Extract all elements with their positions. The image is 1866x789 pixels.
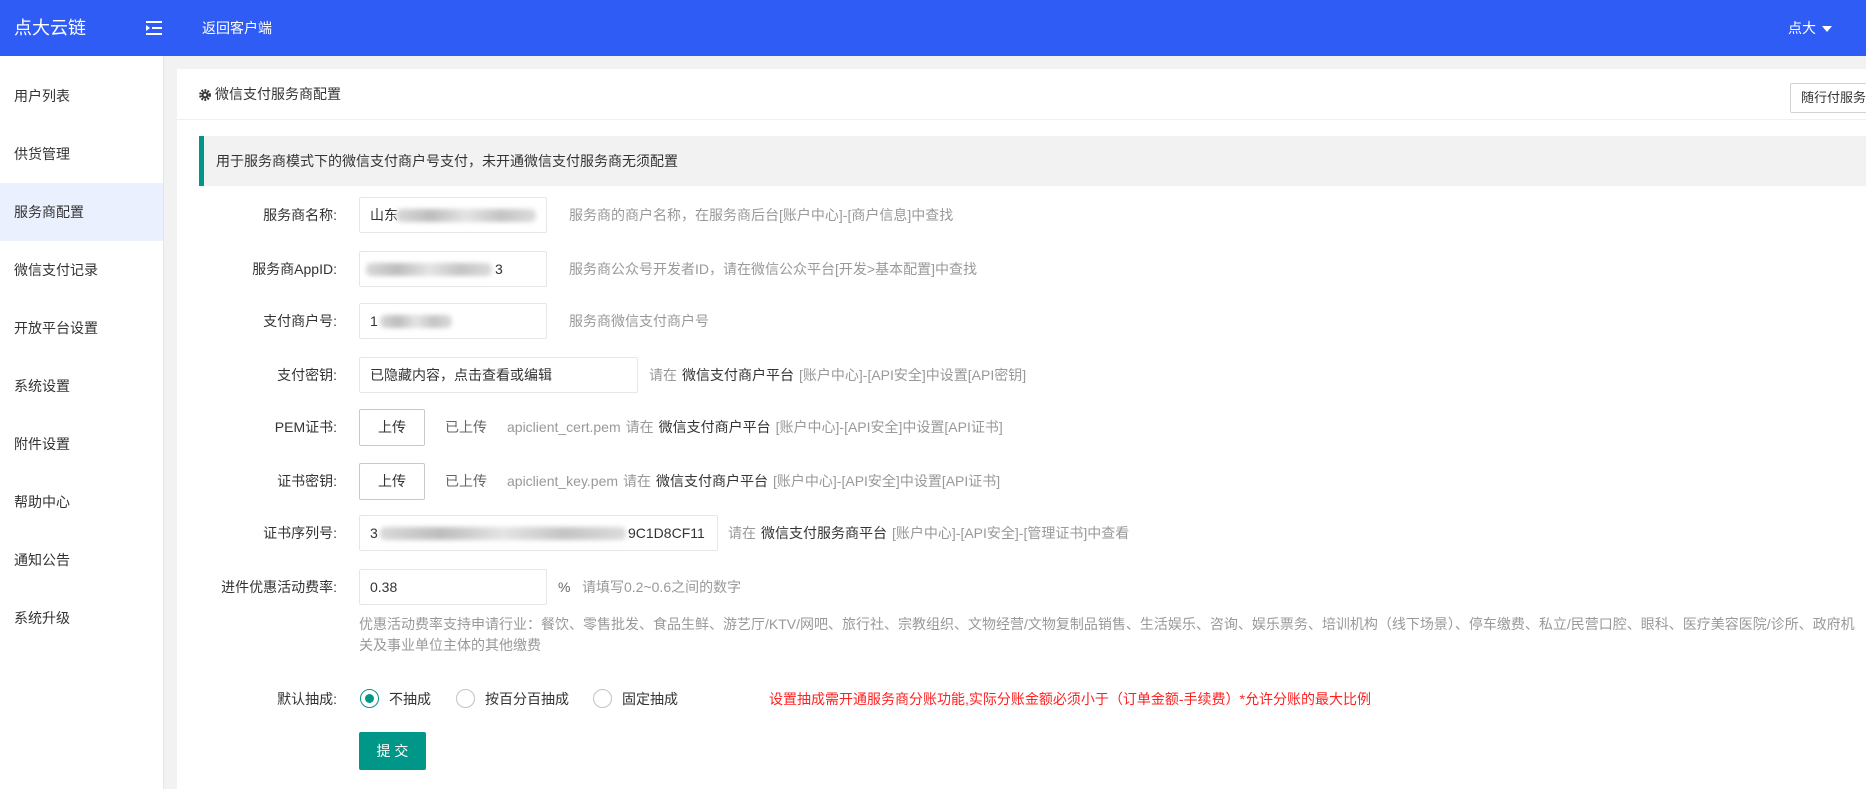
sidebar-item-supply[interactable]: 供货管理 xyxy=(0,125,163,183)
caret-down-icon xyxy=(1822,26,1832,33)
radio-label: 固定抽成 xyxy=(622,691,678,707)
industry-note-line: 关及事业单位主体的其他缴费 xyxy=(359,637,541,653)
provider-name-value: 山东 xyxy=(370,207,398,223)
hint-suffix: [账户中心]-[API安全]-[管理证书]中查看 xyxy=(892,525,1130,541)
info-notice: 用于服务商模式下的微信支付商户号支付，未开通微信支付服务商无须配置 xyxy=(199,136,1866,186)
app-logo[interactable]: 点大云链 xyxy=(14,0,86,56)
merchant-platform-link[interactable]: 微信支付商户平台 xyxy=(659,419,771,435)
sidebar-item-help-center[interactable]: 帮助中心 xyxy=(0,473,163,531)
radio-circle-icon xyxy=(456,689,475,708)
provider-platform-link[interactable]: 微信支付服务商平台 xyxy=(761,525,887,541)
sidebar-item-notices[interactable]: 通知公告 xyxy=(0,531,163,589)
pay-key-value: 已隐藏内容，点击查看或编辑 xyxy=(370,367,552,383)
merchant-id-value: 1 xyxy=(370,313,378,329)
hint-suffix: [账户中心]-[API安全]中设置[API证书] xyxy=(773,473,1001,489)
provider-name-hint: 服务商的商户名称，在服务商后台[账户中心]-[商户信息]中查找 xyxy=(569,207,954,223)
hint-prefix: 请在 xyxy=(623,473,652,489)
sidebar: 用户列表 供货管理 服务商配置 微信支付记录 开放平台设置 系统设置 附件设置 … xyxy=(0,56,164,789)
pay-key-label: 支付密钥: xyxy=(277,367,337,383)
pem-hint: apiclient_cert.pem 请在 微信支付商户平台 [账户中心]-[API安… xyxy=(507,409,1003,445)
cert-key-upload-status: 已上传 xyxy=(445,473,487,489)
user-menu[interactable]: 点大 xyxy=(1788,0,1832,56)
sidebar-fold-icon[interactable] xyxy=(146,21,162,35)
pay-key-input[interactable]: 已隐藏内容，点击查看或编辑 xyxy=(359,357,638,393)
redacted-blur xyxy=(380,527,626,540)
card-header-divider xyxy=(177,119,1866,120)
percent-unit: % xyxy=(558,579,571,595)
provider-appid-hint: 服务商公众号开发者ID，请在微信公众平台[开发>基本配置]中查找 xyxy=(569,261,977,277)
provider-appid-input[interactable]: 3 xyxy=(359,251,547,287)
pem-file-name: apiclient_cert.pem xyxy=(507,419,621,435)
provider-appid-label: 服务商AppID: xyxy=(252,261,337,277)
hint-prefix: 请在 xyxy=(649,367,677,383)
commission-warning: 设置抽成需开通服务商分账功能,实际分账金额必须小于（订单金额-手续费）*允许分账… xyxy=(769,691,1371,707)
radio-circle-icon xyxy=(593,689,612,708)
promo-rate-label: 进件优惠活动费率: xyxy=(221,579,337,595)
sidebar-item-open-platform[interactable]: 开放平台设置 xyxy=(0,299,163,357)
sidebar-item-system-settings[interactable]: 系统设置 xyxy=(0,357,163,415)
gear-icon xyxy=(199,88,211,101)
pem-cert-label: PEM证书: xyxy=(274,419,337,435)
provider-appid-value: 3 xyxy=(495,261,503,277)
hint-suffix: [账户中心]-[API安全]中设置[API证书] xyxy=(775,419,1003,435)
merchant-id-hint: 服务商微信支付商户号 xyxy=(569,313,709,329)
merchant-id-input[interactable]: 1 xyxy=(359,303,547,339)
provider-name-label: 服务商名称: xyxy=(263,207,337,223)
cert-serial-input[interactable]: 3 9C1D8CF11 xyxy=(359,515,718,551)
sidebar-item-wechat-pay-records[interactable]: 微信支付记录 xyxy=(0,241,163,299)
redacted-blur xyxy=(366,263,492,276)
hint-suffix: [账户中心]-[API安全]中设置[API密钥] xyxy=(799,367,1027,383)
sidebar-item-attachment-settings[interactable]: 附件设置 xyxy=(0,415,163,473)
sidebar-item-user-list[interactable]: 用户列表 xyxy=(0,67,163,125)
cert-key-label: 证书密钥: xyxy=(277,473,337,489)
cert-serial-value-start: 3 xyxy=(370,525,378,541)
promo-rate-value: 0.38 xyxy=(370,579,398,595)
cert-serial-label: 证书序列号: xyxy=(263,525,337,541)
sidebar-item-provider-config[interactable]: 服务商配置 xyxy=(0,183,163,241)
hint-prefix: 请在 xyxy=(625,419,654,435)
config-card: 微信支付服务商配置 随行付服务商 用于服务商模式下的微信支付商户号支付，未开通微… xyxy=(177,69,1866,789)
sxf-provider-config-button[interactable]: 随行付服务商 xyxy=(1790,83,1866,113)
cert-key-upload-button[interactable]: 上传 xyxy=(359,463,425,500)
pay-key-hint: 请在 微信支付商户平台 [账户中心]-[API安全]中设置[API密钥] xyxy=(649,357,1026,393)
promo-rate-hint: 请填写0.2~0.6之间的数字 xyxy=(582,579,742,595)
pem-upload-button[interactable]: 上传 xyxy=(359,409,425,446)
hint-prefix: 请在 xyxy=(728,525,756,541)
radio-label: 不抽成 xyxy=(389,691,431,707)
radio-label: 按百分百抽成 xyxy=(485,691,569,707)
cert-serial-value-end: 9C1D8CF11 xyxy=(628,525,705,541)
sidebar-item-system-upgrade[interactable]: 系统升级 xyxy=(0,589,163,647)
radio-circle-icon xyxy=(360,689,379,708)
cert-key-hint: apiclient_key.pem 请在 微信支付商户平台 [账户中心]-[API安全… xyxy=(507,463,1000,499)
cert-key-file-name: apiclient_key.pem xyxy=(507,473,619,489)
submit-button[interactable]: 提 交 xyxy=(359,732,426,770)
pem-upload-status: 已上传 xyxy=(445,419,487,435)
industry-note-line: 优惠活动费率支持申请行业：餐饮、零售批发、食品生鲜、游艺厅/KTV/网吧、旅行社… xyxy=(359,616,1855,632)
user-name: 点大 xyxy=(1788,20,1816,36)
top-header: 点大云链 返回客户端 点大 xyxy=(0,0,1866,56)
merchant-id-label: 支付商户号: xyxy=(263,313,337,329)
cert-serial-hint: 请在 微信支付服务商平台 [账户中心]-[API安全]-[管理证书]中查看 xyxy=(728,515,1129,551)
back-to-client-link[interactable]: 返回客户端 xyxy=(202,0,272,56)
merchant-platform-link[interactable]: 微信支付商户平台 xyxy=(682,367,794,383)
page-title: 微信支付服务商配置 xyxy=(215,86,341,102)
redacted-blur xyxy=(396,209,536,222)
provider-name-input[interactable]: 山东 xyxy=(359,197,547,233)
commission-label: 默认抽成: xyxy=(277,691,337,707)
promo-rate-input[interactable]: 0.38 xyxy=(359,569,547,605)
redacted-blur xyxy=(380,315,452,328)
merchant-platform-link[interactable]: 微信支付商户平台 xyxy=(656,473,768,489)
